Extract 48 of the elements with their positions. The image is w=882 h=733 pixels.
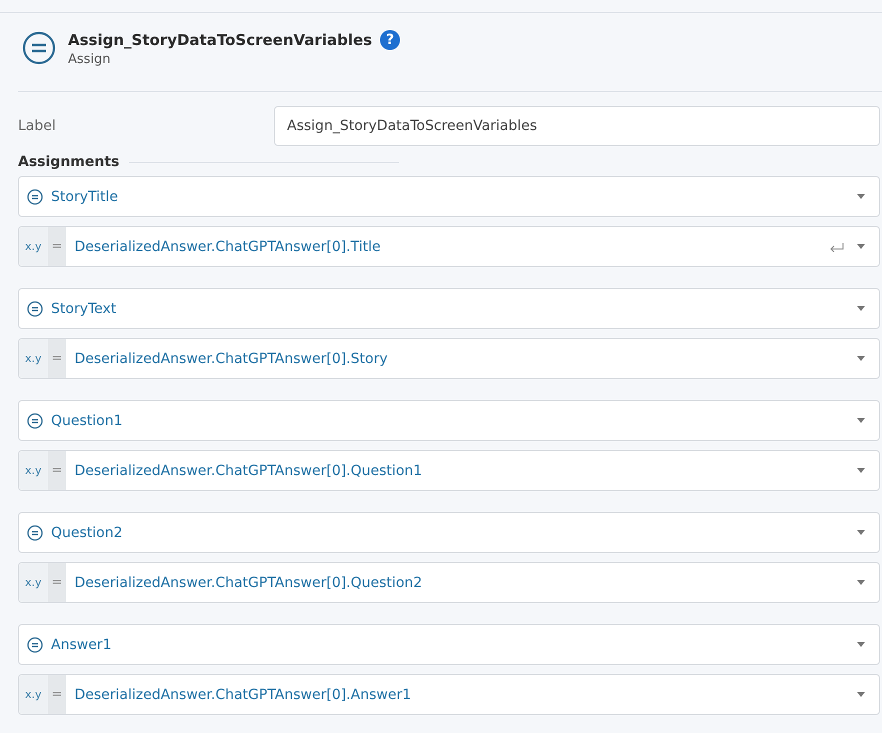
type-label: x.y [19, 339, 48, 378]
expression-text: DeserializedAnswer.ChatGPTAnswer[0].Story [74, 350, 389, 366]
variable-dropdown[interactable]: StoryTitle [18, 176, 880, 217]
expression-text: DeserializedAnswer.ChatGPTAnswer[0].Question2 [74, 574, 424, 590]
operator-label: = [48, 675, 66, 714]
label-input-field[interactable]: Assign_StoryDataToScreenVariables [274, 106, 880, 146]
variable-dropdown[interactable]: Question2 [18, 512, 880, 553]
expression-field[interactable]: x.y = DeserializedAnswer.ChatGPTAnswer[0].Title [18, 226, 880, 267]
variable-dropdown[interactable]: Question1 [18, 400, 880, 441]
expression-field[interactable]: x.y = DeserializedAnswer.ChatGPTAnswer[0].Question1 [18, 450, 880, 491]
equals-circle-icon [27, 636, 43, 652]
equals-circle-icon [27, 188, 43, 204]
type-label: x.y [19, 675, 48, 714]
expression-field[interactable]: x.y = DeserializedAnswer.ChatGPTAnswer[0].Answer1 [18, 674, 880, 715]
operator-label: = [48, 563, 66, 602]
operator-label: = [48, 451, 66, 490]
caret-icon [857, 244, 865, 249]
caret-icon [857, 418, 865, 423]
expression-field[interactable]: x.y = DeserializedAnswer.ChatGPTAnswer[0].Story [18, 338, 880, 379]
variable-dropdown[interactable]: StoryText [18, 288, 880, 329]
enter-icon [829, 242, 845, 252]
type-label: x.y [19, 227, 48, 266]
element-title: Assign_StoryDataToScreenVariables [68, 30, 372, 48]
equals-circle-icon [27, 412, 43, 428]
help-icon[interactable]: ? [380, 30, 400, 50]
operator-label: = [48, 339, 66, 378]
section-title: Assignments [18, 154, 120, 170]
expression-text: DeserializedAnswer.ChatGPTAnswer[0].Title [74, 238, 382, 254]
caret-icon [857, 580, 865, 585]
caret-icon [857, 468, 865, 473]
equals-circle-icon [27, 524, 43, 540]
expression-field[interactable]: x.y = DeserializedAnswer.ChatGPTAnswer[0].Question2 [18, 562, 880, 603]
operator-label: = [48, 227, 66, 266]
caret-icon [857, 692, 865, 697]
expression-text: DeserializedAnswer.ChatGPTAnswer[0].Question1 [74, 462, 424, 478]
element-type: Assign [68, 52, 112, 66]
caret-icon [857, 642, 865, 647]
equals-circle-icon [27, 300, 43, 316]
caret-icon [857, 306, 865, 311]
expression-text: DeserializedAnswer.ChatGPTAnswer[0].Answer1 [74, 686, 412, 702]
type-label: x.y [19, 451, 48, 490]
caret-icon [857, 194, 865, 199]
variable-dropdown[interactable]: Answer1 [18, 624, 880, 665]
caret-icon [857, 356, 865, 361]
type-label: x.y [19, 563, 48, 602]
equals-circle-icon [22, 31, 56, 65]
field-label: Label [18, 118, 57, 134]
caret-icon [857, 530, 865, 535]
